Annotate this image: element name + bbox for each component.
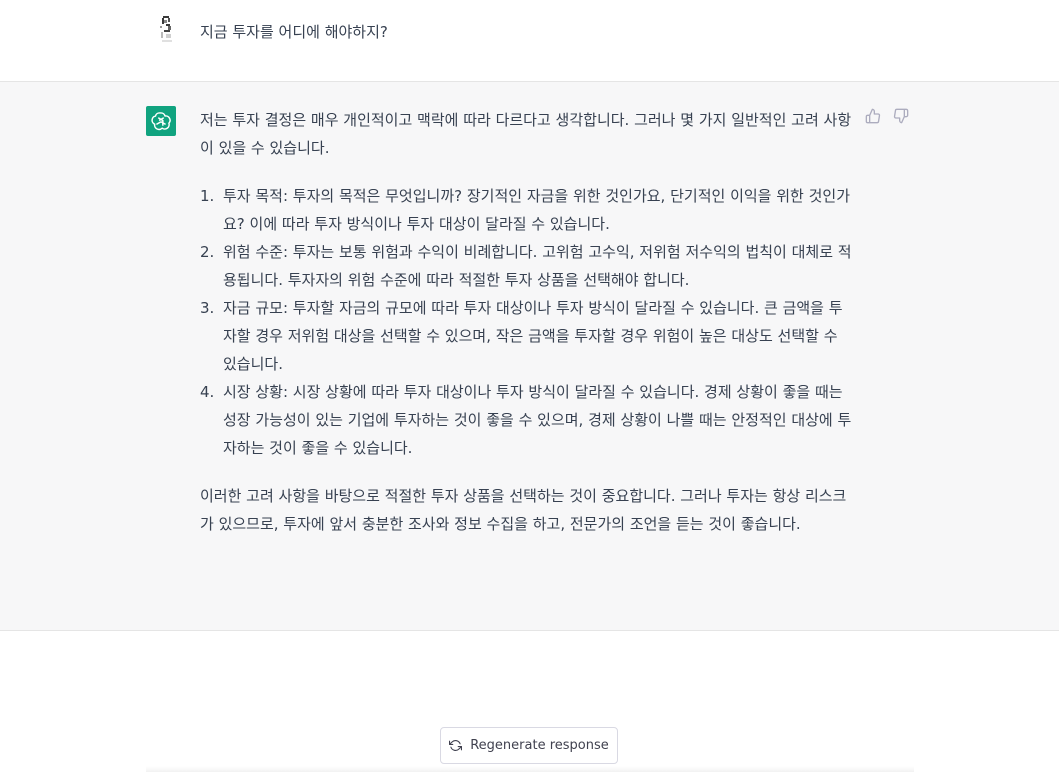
considerations-list: 1. 투자 목적: 투자의 목적은 무엇입니까? 장기적인 자금을 위한 것인가… [200, 182, 855, 462]
user-message-row: 지금 투자를 어디에 해야하지? [0, 0, 1059, 82]
answer-intro: 저는 투자 결정은 매우 개인적이고 맥락에 따라 다르다고 생각합니다. 그러… [200, 111, 852, 157]
refresh-icon [449, 740, 463, 751]
list-item-text: 자금 규모: 투자할 자금의 규모에 따라 투자 대상이나 투자 방식이 달라질… [223, 299, 843, 373]
thumbs-down-button[interactable] [893, 108, 909, 124]
user-avatar [158, 14, 178, 44]
list-item-number: 3. [200, 299, 215, 317]
regenerate-response-button[interactable]: Regenerate response [440, 727, 618, 764]
list-item-number: 2. [200, 243, 215, 261]
list-item: 2. 위험 수준: 투자는 보통 위험과 수익이 비례합니다. 고위험 고수익,… [200, 238, 855, 294]
assistant-answer: 저는 투자 결정은 매우 개인적이고 맥락에 따라 다르다고 생각합니다. 그러… [200, 106, 855, 538]
answer-conclusion: 이러한 고려 사항을 바탕으로 적절한 투자 상품을 선택하는 것이 중요합니다… [200, 487, 847, 533]
feedback-buttons [865, 108, 909, 124]
list-item-number: 4. [200, 383, 215, 401]
assistant-message-row: 저는 투자 결정은 매우 개인적이고 맥락에 따라 다르다고 생각합니다. 그러… [0, 82, 1059, 631]
regenerate-label: Regenerate response [470, 738, 609, 753]
user-question: 지금 투자를 어디에 해야하지? [200, 23, 388, 41]
list-item-number: 1. [200, 187, 215, 205]
thumbs-up-icon [865, 108, 881, 124]
assistant-avatar [146, 106, 176, 136]
list-item: 1. 투자 목적: 투자의 목적은 무엇입니까? 장기적인 자금을 위한 것인가… [200, 182, 855, 238]
list-item-text: 시장 상황: 시장 상황에 따라 투자 대상이나 투자 방식이 달라질 수 있습… [223, 383, 852, 457]
input-area-edge [146, 766, 914, 772]
thumbs-up-button[interactable] [865, 108, 881, 124]
list-item: 4. 시장 상황: 시장 상황에 따라 투자 대상이나 투자 방식이 달라질 수… [200, 378, 855, 462]
thumbs-down-icon [893, 108, 909, 124]
openai-logo-icon [151, 112, 171, 131]
chat-page: 지금 투자를 어디에 해야하지? 저는 투자 결정은 매우 개인적이고 맥락에 … [0, 0, 1059, 772]
list-item: 3. 자금 규모: 투자할 자금의 규모에 따라 투자 대상이나 투자 방식이 … [200, 294, 855, 378]
list-item-text: 위험 수준: 투자는 보통 위험과 수익이 비례합니다. 고위험 고수익, 저위… [223, 243, 852, 289]
user-avatar-icon [160, 16, 172, 42]
list-item-text: 투자 목적: 투자의 목적은 무엇입니까? 장기적인 자금을 위한 것인가요, … [223, 187, 851, 233]
